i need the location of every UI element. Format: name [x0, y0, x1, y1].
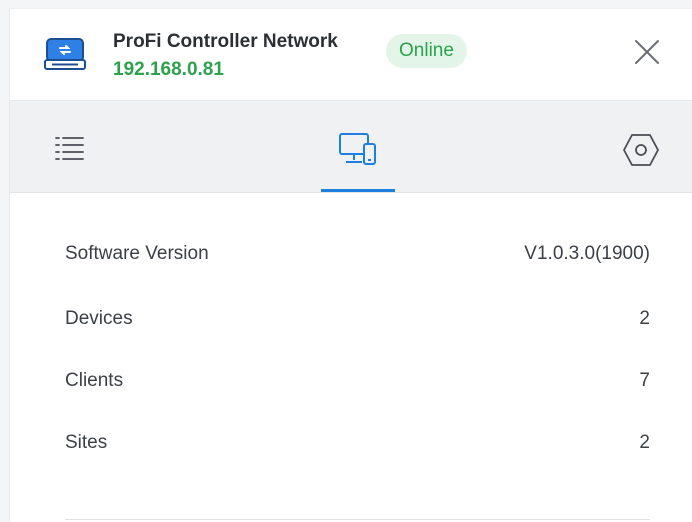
monitor-devices-icon	[339, 133, 376, 165]
active-tab-indicator	[321, 189, 395, 192]
tab-bar	[10, 101, 692, 193]
controller-detail-panel: ProFi Controller Network 192.168.0.81 On…	[9, 8, 692, 522]
info-row-clients: Clients 7	[65, 370, 650, 400]
info-value: V1.0.3.0(1900)	[524, 243, 650, 264]
info-label: Software Version	[65, 243, 209, 264]
bottom-divider	[65, 519, 650, 520]
info-label: Sites	[65, 432, 108, 453]
info-value: 2	[639, 308, 650, 329]
tab-settings[interactable]	[600, 101, 680, 193]
info-row-software-version: Software Version V1.0.3.0(1900)	[65, 243, 650, 273]
list-icon	[55, 137, 84, 160]
info-value: 2	[639, 432, 650, 453]
info-label: Clients	[65, 370, 124, 391]
controller-device-icon	[44, 38, 86, 70]
tab-devices[interactable]	[318, 101, 398, 193]
device-ip: 192.168.0.81	[113, 59, 224, 80]
info-label: Devices	[65, 308, 133, 329]
hexagon-settings-icon	[623, 134, 659, 166]
info-value: 7	[639, 370, 650, 391]
panel-header: ProFi Controller Network 192.168.0.81 On…	[10, 9, 692, 101]
info-row-devices: Devices 2	[65, 308, 650, 338]
status-badge: Online	[386, 34, 467, 68]
info-row-sites: Sites 2	[65, 432, 650, 462]
tab-list[interactable]	[30, 101, 110, 193]
close-icon[interactable]	[632, 37, 662, 67]
device-name: ProFi Controller Network	[113, 31, 338, 52]
